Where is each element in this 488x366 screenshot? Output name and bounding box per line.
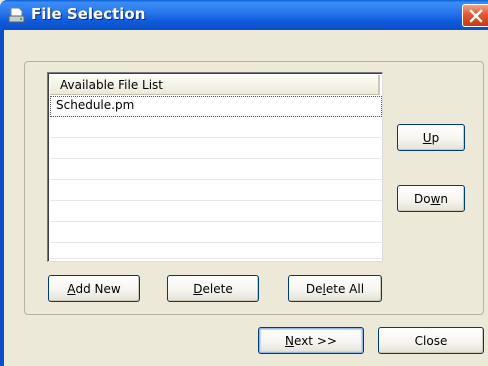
list-item-empty[interactable] bbox=[50, 138, 382, 159]
list-item-empty[interactable] bbox=[50, 201, 382, 222]
list-item-empty[interactable] bbox=[50, 159, 382, 180]
add-new-button[interactable]: Add New bbox=[48, 275, 140, 302]
file-selection-dialog: File Selection Available File List Sched… bbox=[0, 0, 488, 366]
close-x-icon bbox=[469, 9, 483, 23]
list-item[interactable]: Schedule.pm bbox=[50, 96, 382, 117]
available-file-list[interactable]: Available File List Schedule.pm bbox=[47, 72, 383, 262]
column-header-available-file-list[interactable]: Available File List bbox=[50, 75, 380, 95]
close-button[interactable]: Close bbox=[378, 327, 484, 354]
list-item-empty[interactable] bbox=[50, 180, 382, 201]
document-drive-icon bbox=[8, 7, 25, 23]
title-bar[interactable]: File Selection bbox=[0, 0, 488, 30]
close-window-button[interactable] bbox=[462, 4, 488, 27]
next-button[interactable]: Next >> bbox=[258, 327, 364, 354]
list-item-empty[interactable] bbox=[50, 117, 382, 138]
delete-all-button[interactable]: De l ete All bbox=[288, 275, 382, 302]
window-frame bbox=[0, 30, 4, 366]
list-item-empty[interactable] bbox=[50, 222, 382, 243]
down-button[interactable]: Do w n bbox=[397, 185, 465, 212]
delete-button[interactable]: Delete bbox=[167, 275, 259, 302]
list-item-empty[interactable] bbox=[50, 243, 382, 259]
window-title: File Selection bbox=[31, 5, 146, 23]
up-button[interactable]: Up bbox=[397, 124, 465, 151]
file-name: Schedule.pm bbox=[56, 98, 135, 112]
